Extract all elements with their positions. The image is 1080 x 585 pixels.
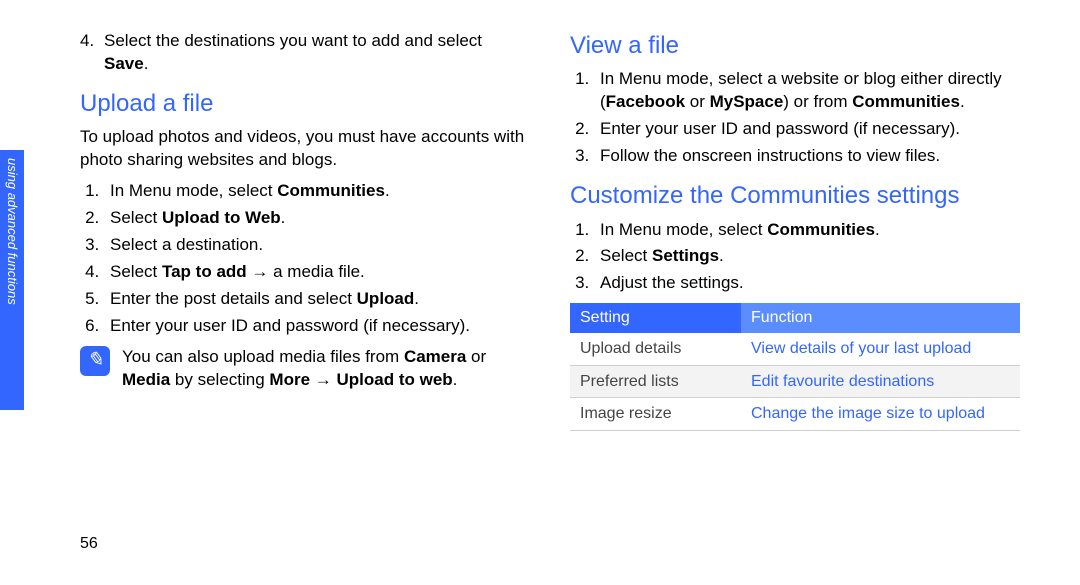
list-item: Select Upload to Web. (104, 207, 530, 230)
bold: Upload to Web (162, 208, 281, 227)
list-item: In Menu mode, select Communities. (594, 219, 1020, 242)
upload-steps: In Menu mode, select Communities. Select… (80, 180, 530, 338)
bold: Camera (404, 347, 466, 366)
bold: Communities (767, 220, 875, 239)
note-text: You can also upload media files from Cam… (122, 346, 530, 392)
section-side-tab: using advanced functions (0, 150, 24, 410)
list-item: Select Tap to add → a media file. (104, 261, 530, 284)
list-item: Enter your user ID and password (if nece… (594, 118, 1020, 141)
table-row: Preferred lists Edit favourite destinati… (570, 365, 1020, 398)
list-item: Select Settings. (594, 245, 1020, 268)
table-header-row: Setting Function (570, 303, 1020, 333)
text: . (385, 181, 390, 200)
customize-steps: In Menu mode, select Communities. Select… (570, 219, 1020, 296)
text: by selecting (170, 370, 269, 389)
heading-customize-communities: Customize the Communities settings (570, 180, 1020, 212)
right-column: View a file In Menu mode, select a websi… (570, 30, 1020, 431)
bold: Tap to add (162, 262, 247, 281)
list-item: Enter the post details and select Upload… (104, 288, 530, 311)
text: . (719, 246, 724, 265)
text: Select (110, 262, 162, 281)
table-row: Image resize Change the image size to up… (570, 398, 1020, 431)
continued-step-4: 4. Select the destinations you want to a… (80, 30, 530, 76)
text: ) or from (783, 92, 852, 111)
text: You can also upload media files from (122, 347, 404, 366)
list-item: Enter your user ID and password (if nece… (104, 315, 530, 338)
pencil-note-icon: ✎ (80, 346, 110, 376)
list-item: In Menu mode, select a website or blog e… (594, 68, 1020, 114)
table-cell: Preferred lists (570, 365, 741, 398)
table-row: Upload details View details of your last… (570, 333, 1020, 365)
upload-intro: To upload photos and videos, you must ha… (80, 126, 530, 172)
text: In Menu mode, select (600, 220, 767, 239)
bold: Upload (357, 289, 415, 308)
view-steps: In Menu mode, select a website or blog e… (570, 68, 1020, 168)
table-cell: Image resize (570, 398, 741, 431)
bold: Upload to web (337, 370, 453, 389)
text: → a media file. (247, 262, 365, 281)
note-block: ✎ You can also upload media files from C… (80, 346, 530, 392)
bold: Settings (652, 246, 719, 265)
text: → (310, 370, 336, 389)
step-text: Select the destinations you want to add … (104, 30, 530, 76)
text: Enter the post details and select (110, 289, 357, 308)
manual-page: using advanced functions 4. Select the d… (0, 0, 1080, 585)
text: . (453, 370, 458, 389)
table-header-function: Function (741, 303, 1020, 333)
bold: Media (122, 370, 170, 389)
bold: More (269, 370, 310, 389)
table-cell: Edit favourite destinations (741, 365, 1020, 398)
bold: Save (104, 54, 144, 73)
text: In Menu mode, select (110, 181, 277, 200)
bold: MySpace (710, 92, 784, 111)
text: . (281, 208, 286, 227)
text: . (144, 54, 149, 73)
text: or (466, 347, 486, 366)
table-cell: Upload details (570, 333, 741, 365)
text: Select (110, 208, 162, 227)
table-header-setting: Setting (570, 303, 741, 333)
two-column-layout: 4. Select the destinations you want to a… (80, 30, 1020, 431)
heading-upload-a-file: Upload a file (80, 88, 530, 120)
bold: Facebook (606, 92, 685, 111)
list-item: Select a destination. (104, 234, 530, 257)
text: . (960, 92, 965, 111)
bold: Communities (277, 181, 385, 200)
text: . (875, 220, 880, 239)
text: or (685, 92, 710, 111)
table-cell: Change the image size to upload (741, 398, 1020, 431)
list-item: In Menu mode, select Communities. (104, 180, 530, 203)
text: Select (600, 246, 652, 265)
text: . (414, 289, 419, 308)
table-cell: View details of your last upload (741, 333, 1020, 365)
settings-table: Setting Function Upload details View det… (570, 303, 1020, 430)
page-number: 56 (80, 533, 98, 555)
text: Select the destinations you want to add … (104, 31, 482, 50)
heading-view-a-file: View a file (570, 30, 1020, 62)
left-column: 4. Select the destinations you want to a… (80, 30, 530, 431)
step-number: 4. (80, 30, 94, 76)
list-item: Follow the onscreen instructions to view… (594, 145, 1020, 168)
bold: Communities (852, 92, 960, 111)
list-item: Adjust the settings. (594, 272, 1020, 295)
